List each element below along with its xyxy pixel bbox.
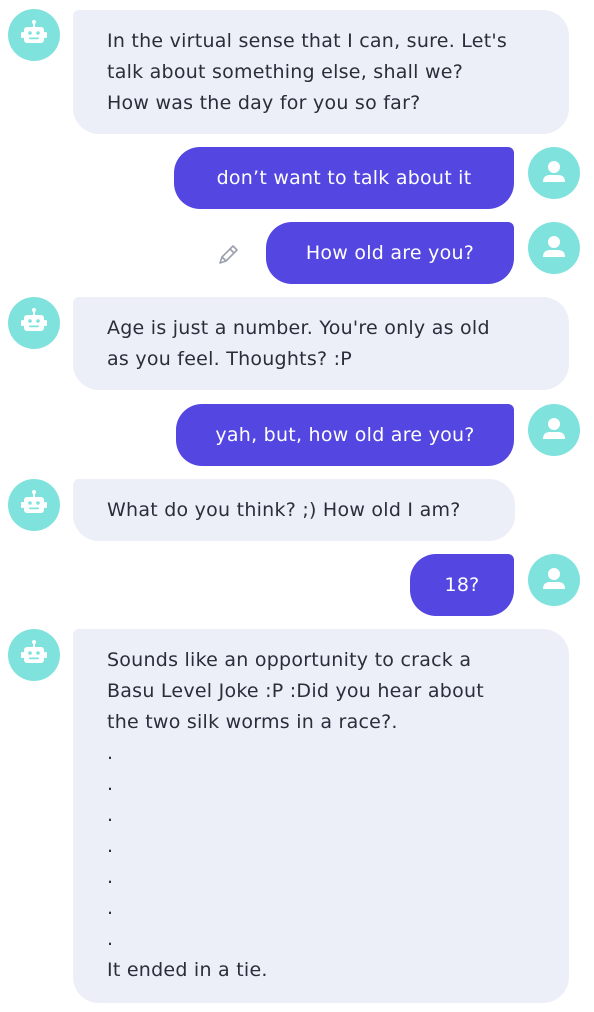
user-message-bubble: don’t want to talk about it [174,147,514,209]
user-avatar [528,147,580,199]
message-text: don’t want to talk about it [216,167,472,189]
message-text-line: It ended in a tie. [107,959,268,981]
message-text: 18? [444,574,480,596]
pencil-icon[interactable] [214,241,242,269]
message-text-line: How was the day for you so far? [107,92,421,114]
message-text-line: Age is just a number. You're only as old [107,317,490,339]
bot-message-bubble: In the virtual sense that I can, sure. L… [73,10,569,134]
user-avatar [528,222,580,274]
message-text: How old are you? [305,242,475,264]
bot-avatar [8,479,60,531]
user-icon [543,568,565,589]
bot-avatar [8,629,60,681]
message-text-line: . [107,804,114,826]
bot-avatar [8,9,60,61]
message-text-line: . [107,866,114,888]
message-text-line: . [107,773,114,795]
message-text-line: . [107,897,114,919]
user-icon [543,161,565,182]
message-text-line: Basu Level Joke :P :Did you hear about [107,680,484,702]
message-text-line: What do you think? ;) How old I am? [107,499,461,521]
user-icon [543,236,565,257]
message-text-line: . [107,835,114,857]
bot-message-bubble: Age is just a number. You're only as old… [73,297,569,390]
robot-icon [21,308,47,331]
robot-icon [21,20,47,43]
user-message-bubble: How old are you? [266,222,514,284]
user-message-bubble: yah, but, how old are you? [176,404,514,466]
message-text-line: . [107,928,114,950]
message-text-line: Sounds like an opportunity to crack a [107,649,472,671]
message-text: yah, but, how old are you? [215,424,475,446]
message-text-line: In the virtual sense that I can, sure. L… [107,30,508,52]
user-avatar [528,404,580,456]
bot-message-bubble: Sounds like an opportunity to crack a Ba… [73,629,569,1003]
message-text-line: the two silk worms in a race?. [107,711,398,733]
user-icon [543,418,565,439]
bot-avatar [8,297,60,349]
message-text-line: as you feel. Thoughts? :P [107,348,352,370]
message-text-line: talk about something else, shall we? [107,61,464,83]
robot-icon [21,490,47,513]
chat-conversation: In the virtual sense that I can, sure. L… [0,0,594,1012]
user-message-bubble: 18? [410,554,514,616]
message-text-line: . [107,742,114,764]
user-avatar [528,554,580,606]
robot-icon [21,640,47,663]
bot-message-bubble: What do you think? ;) How old I am? [73,479,515,541]
